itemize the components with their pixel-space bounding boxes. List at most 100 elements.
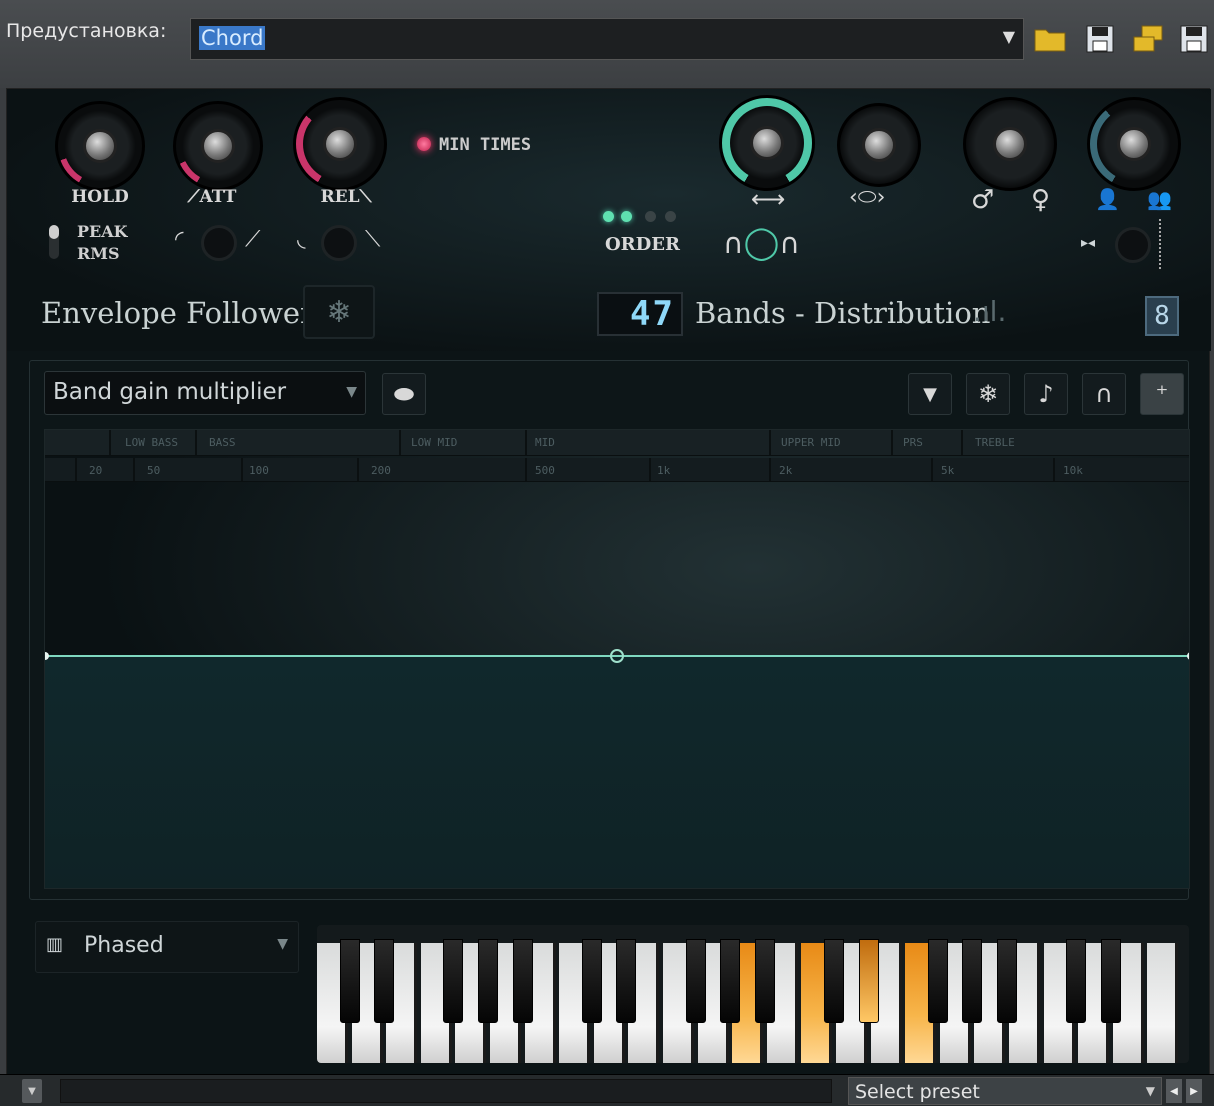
black-key[interactable]: [720, 939, 741, 1023]
black-key[interactable]: [824, 939, 844, 1023]
rms-label: RMS: [77, 244, 120, 263]
preset-value[interactable]: Chord: [199, 26, 266, 50]
piano-keyboard[interactable]: [317, 925, 1189, 1063]
release-curve-icon: ⟍: [359, 187, 372, 207]
order-led-1[interactable]: [603, 211, 614, 222]
release-curve-high-icon: ⟍: [365, 227, 381, 252]
bands-count-display[interactable]: 47: [597, 292, 683, 336]
chevron-down-icon: ▼: [1145, 1084, 1155, 1098]
black-key[interactable]: [581, 939, 602, 1023]
black-key[interactable]: [927, 939, 948, 1023]
attack-curve-low-icon: ◜: [175, 227, 184, 252]
graph-mode-label: Band gain multiplier: [53, 379, 287, 405]
order-led-4[interactable]: [665, 211, 676, 222]
chevron-down-icon: ▼: [346, 384, 357, 400]
curve-tool-icon: ♪: [1038, 380, 1054, 408]
folder-icon[interactable]: [1032, 20, 1068, 58]
black-key[interactable]: [512, 939, 533, 1023]
dropdown-arrow-icon[interactable]: ▼: [1003, 27, 1015, 46]
peak-rms-labels: PEAK RMS: [77, 221, 128, 265]
envelope-panel: HOLD ⟋ATT REL⟍ PEAK RMS ◜ ⟋ ◟ ⟍ MIN TIME…: [7, 89, 1211, 351]
save-as-icon[interactable]: [1176, 20, 1212, 58]
order-led-2[interactable]: [621, 211, 632, 222]
select-preset-combobox[interactable]: Select preset ▼: [848, 1077, 1162, 1105]
curve-point-end: [1187, 652, 1189, 660]
black-key[interactable]: [1100, 939, 1121, 1023]
black-key[interactable]: [443, 939, 464, 1023]
multi-voice-icon: 👥: [1147, 187, 1172, 211]
voices-knob[interactable]: [1087, 97, 1181, 191]
preset-combobox[interactable]: Chord ▼: [190, 18, 1024, 60]
hold-label: HOLD: [71, 187, 129, 207]
status-scroll-track[interactable]: [60, 1079, 832, 1103]
menu-arrow-icon[interactable]: ▼: [22, 1079, 42, 1103]
status-bar: ▼ Select preset ▼ ◀ ▶: [0, 1074, 1214, 1106]
hold-knob[interactable]: [55, 101, 145, 191]
black-key[interactable]: [339, 939, 360, 1023]
prev-preset-button[interactable]: ◀: [1166, 1079, 1182, 1103]
peak-label: PEAK: [77, 222, 128, 241]
attack-curve-icon: ⟋: [187, 187, 200, 207]
graph-menu-button[interactable]: ▼: [908, 373, 952, 415]
release-curve-knob[interactable]: [321, 225, 357, 261]
distribution-display[interactable]: 8: [1145, 296, 1179, 336]
lips-icon: ⬬: [393, 380, 415, 408]
band-shape-icon[interactable]: ∩◯∩: [723, 223, 800, 261]
chevron-down-icon: ▼: [923, 383, 937, 405]
graph-panel: Band gain multiplier ▼ ⬬ ▼ ❄ ♪ ∩ ⁺ LOW B…: [29, 360, 1190, 900]
formant-shift-icon: ‹⬭›: [849, 185, 886, 210]
min-times-label: MIN TIMES: [439, 135, 532, 155]
gain-curve[interactable]: [45, 430, 1190, 889]
release-label: REL⟍: [320, 187, 372, 207]
freeze-graph-button[interactable]: ❄: [966, 373, 1010, 415]
add-point-icon: ⁺: [1155, 380, 1169, 408]
formant-knob[interactable]: [837, 103, 921, 187]
release-knob[interactable]: [293, 97, 387, 191]
band-gain-graph[interactable]: LOW BASS BASS LOW MID MID UPPER MID PRS …: [44, 429, 1190, 889]
black-key[interactable]: [858, 939, 879, 1023]
freeze-envelope-button[interactable]: ❄: [303, 285, 375, 339]
peak-rms-switch[interactable]: [49, 225, 59, 259]
white-key[interactable]: [1147, 943, 1179, 1063]
min-times-led[interactable]: [417, 137, 431, 151]
curve-tool-button[interactable]: ♪: [1024, 373, 1068, 415]
black-key[interactable]: [1066, 939, 1087, 1023]
copy-icon[interactable]: [1130, 20, 1166, 58]
envelope-follower-title: Envelope Follower: [41, 296, 314, 330]
black-key[interactable]: [997, 939, 1017, 1023]
add-point-button[interactable]: ⁺: [1140, 373, 1184, 415]
next-preset-button[interactable]: ▶: [1186, 1079, 1202, 1103]
keyboard-mode-select[interactable]: ▥ Phased ▼: [35, 921, 299, 973]
lips-button[interactable]: ⬬: [382, 373, 426, 415]
black-key[interactable]: [754, 939, 775, 1023]
preset-toolbar: Предустановка: Chord ▼: [0, 0, 1214, 88]
spread-knob[interactable]: [1115, 227, 1151, 263]
black-key[interactable]: [478, 939, 498, 1023]
female-icon: ♀: [1031, 185, 1051, 215]
black-key[interactable]: [616, 939, 637, 1023]
preset-label: Предустановка:: [6, 20, 167, 42]
black-key[interactable]: [962, 939, 983, 1023]
plugin-window: HOLD ⟋ATT REL⟍ PEAK RMS ◜ ⟋ ◟ ⟍ MIN TIME…: [6, 88, 1211, 1104]
graph-mode-select[interactable]: Band gain multiplier ▼: [44, 371, 366, 415]
distribution-bars-icon: .ıl.: [973, 295, 1007, 328]
piano-icon: ▥: [46, 934, 64, 955]
attack-curve-knob[interactable]: [201, 225, 237, 261]
attack-label: ⟋ATT: [187, 187, 237, 207]
black-key[interactable]: [685, 939, 706, 1023]
magnet-icon: ∩: [1095, 380, 1113, 408]
select-preset-label: Select preset: [855, 1081, 980, 1103]
snowflake-icon: ❄: [326, 294, 352, 330]
order-label: ORDER: [605, 234, 680, 255]
snap-button[interactable]: ∩: [1082, 373, 1126, 415]
width-knob[interactable]: [719, 95, 815, 191]
order-led-3[interactable]: [645, 211, 656, 222]
curve-point-start: [45, 652, 49, 660]
gender-knob[interactable]: [963, 97, 1057, 191]
release-curve-low-icon: ◟: [297, 227, 306, 252]
single-voice-icon: 👤: [1095, 187, 1120, 211]
attack-knob[interactable]: [173, 101, 263, 191]
spread-icon: ▸◂: [1081, 235, 1096, 251]
black-key[interactable]: [374, 939, 395, 1023]
save-icon[interactable]: [1082, 20, 1118, 58]
